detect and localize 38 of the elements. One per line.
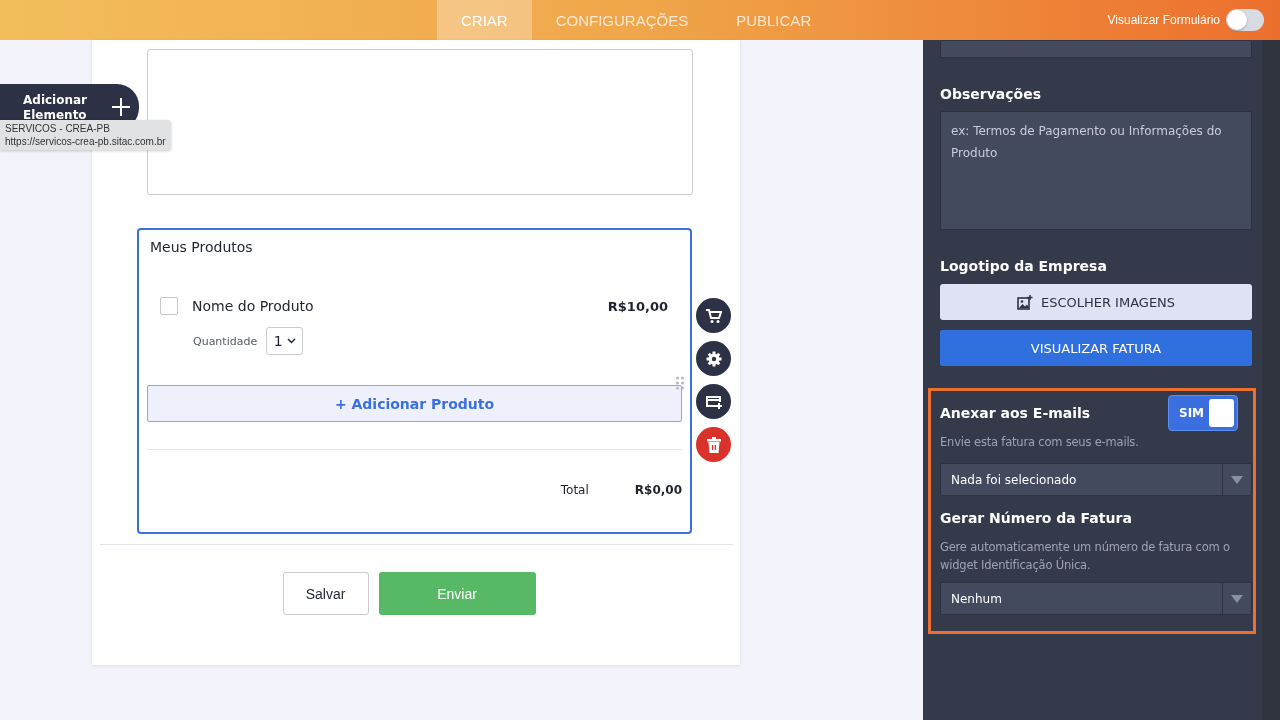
image-plus-icon: [1016, 294, 1033, 310]
field-label: Logotipo da Empresa: [940, 258, 1108, 274]
add-product-button[interactable]: + Adicionar Produto: [147, 385, 682, 422]
field-label: Anexar aos E-mails: [940, 405, 1091, 421]
product-name: Nome do Produto: [192, 298, 314, 314]
cart-icon: [705, 307, 722, 324]
email-select[interactable]: Nada foi selecionado: [940, 463, 1252, 496]
total-value: R$0,00: [634, 483, 682, 497]
gear-icon: [705, 350, 722, 367]
card-plus-icon: [704, 394, 723, 409]
product-price: R$10,00: [607, 298, 668, 314]
trash-icon: [706, 436, 721, 453]
notes-field[interactable]: ex: Termos de Pagamento ou Informações do Produto: [940, 111, 1252, 230]
save-button[interactable]: Salvar: [282, 572, 369, 615]
widget-title: Meus Produtos: [150, 239, 254, 255]
choose-images-button[interactable]: ESCOLHER IMAGENS: [940, 284, 1252, 320]
total-label: Total: [560, 483, 589, 497]
widget-action-button[interactable]: [696, 341, 731, 376]
product-checkbox[interactable]: [160, 297, 178, 315]
drag-handle-icon[interactable]: [676, 376, 684, 390]
id-select[interactable]: Nenhum: [940, 582, 1252, 615]
preview-label: Visualizar Formulário: [1107, 13, 1220, 27]
tooltip-url: https://servicos-crea-pb.sitac.com.br: [5, 135, 166, 148]
attach-toggle[interactable]: SIM: [1168, 395, 1238, 431]
field-label: Observações: [940, 86, 1042, 102]
dropdown-arrow-icon: [1231, 475, 1243, 484]
plus-icon: [111, 97, 131, 117]
dropdown-arrow-icon: [1231, 594, 1243, 603]
chevron-down-icon: [286, 338, 296, 344]
widget-action-button[interactable]: [696, 384, 731, 419]
field-description: Envie esta fatura com seus e-mails.: [940, 434, 1140, 451]
quantity-label: Quantidade: [193, 334, 258, 348]
field-description: Gere automaticamente um número de fatura com o widget Identificação Única.: [940, 539, 1231, 574]
field-label: Gerar Número da Fatura: [940, 510, 1133, 526]
widget-action-button[interactable]: [696, 298, 731, 333]
preview-toggle[interactable]: [1226, 9, 1264, 31]
preview-invoice-button[interactable]: VISUALIZAR FATURA: [940, 330, 1252, 366]
quantity-select[interactable]: 1: [266, 327, 304, 355]
